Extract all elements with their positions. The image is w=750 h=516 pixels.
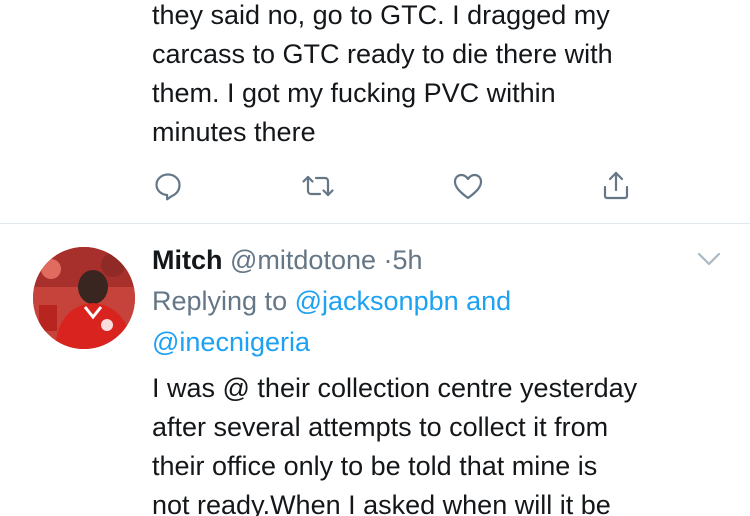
- tweet-action-bar: [0, 166, 750, 206]
- tweet-text-line: minutes there: [152, 117, 316, 147]
- tweet-text: they said no, go to GTC. I dragged my ca…: [152, 0, 732, 152]
- tweet-text-line: their office only to be told that mine i…: [152, 451, 598, 481]
- share-icon: [603, 171, 629, 200]
- user-handle[interactable]: @mitdotone: [230, 245, 376, 275]
- tweet-text-line: them. I got my fucking PVC within: [152, 78, 556, 108]
- like-button[interactable]: [448, 166, 488, 206]
- retweet-icon: [302, 175, 334, 197]
- tweet-divider: [0, 223, 750, 224]
- reply-button[interactable]: [148, 166, 188, 206]
- mention-link[interactable]: @jacksonpbn: [295, 286, 459, 316]
- replying-to: Replying to @jacksonpbn and @inecnigeria: [152, 281, 732, 363]
- tweet-text-line: after several attempts to collect it fro…: [152, 412, 609, 442]
- tweet-text-line: I was @ their collection centre yesterda…: [152, 373, 638, 403]
- timestamp[interactable]: 5h: [393, 245, 423, 275]
- tweet-text-line: not ready.When I asked when will it be: [152, 490, 611, 516]
- display-name[interactable]: Mitch: [152, 245, 223, 275]
- more-options-button[interactable]: [694, 246, 724, 272]
- mention-link[interactable]: @inecnigeria: [152, 327, 310, 357]
- avatar[interactable]: [33, 247, 135, 349]
- tweet-header: Mitch @mitdotone ·5h: [152, 240, 423, 280]
- replying-label: Replying to: [152, 286, 288, 316]
- retweet-button[interactable]: [298, 166, 338, 206]
- reply-icon: [155, 173, 181, 201]
- tweet-text-line: they said no, go to GTC. I dragged my: [152, 0, 610, 30]
- tweet-text: I was @ their collection centre yesterda…: [152, 369, 742, 516]
- separator-dot: ·: [383, 245, 393, 275]
- timeline: they said no, go to GTC. I dragged my ca…: [0, 0, 750, 516]
- chevron-down-icon: [697, 252, 721, 266]
- mention-conjunction[interactable]: and: [466, 286, 511, 316]
- avatar-photo: [33, 247, 135, 349]
- share-button[interactable]: [596, 166, 636, 206]
- tweet-text-line: carcass to GTC ready to die there with: [152, 39, 613, 69]
- like-icon: [453, 173, 483, 200]
